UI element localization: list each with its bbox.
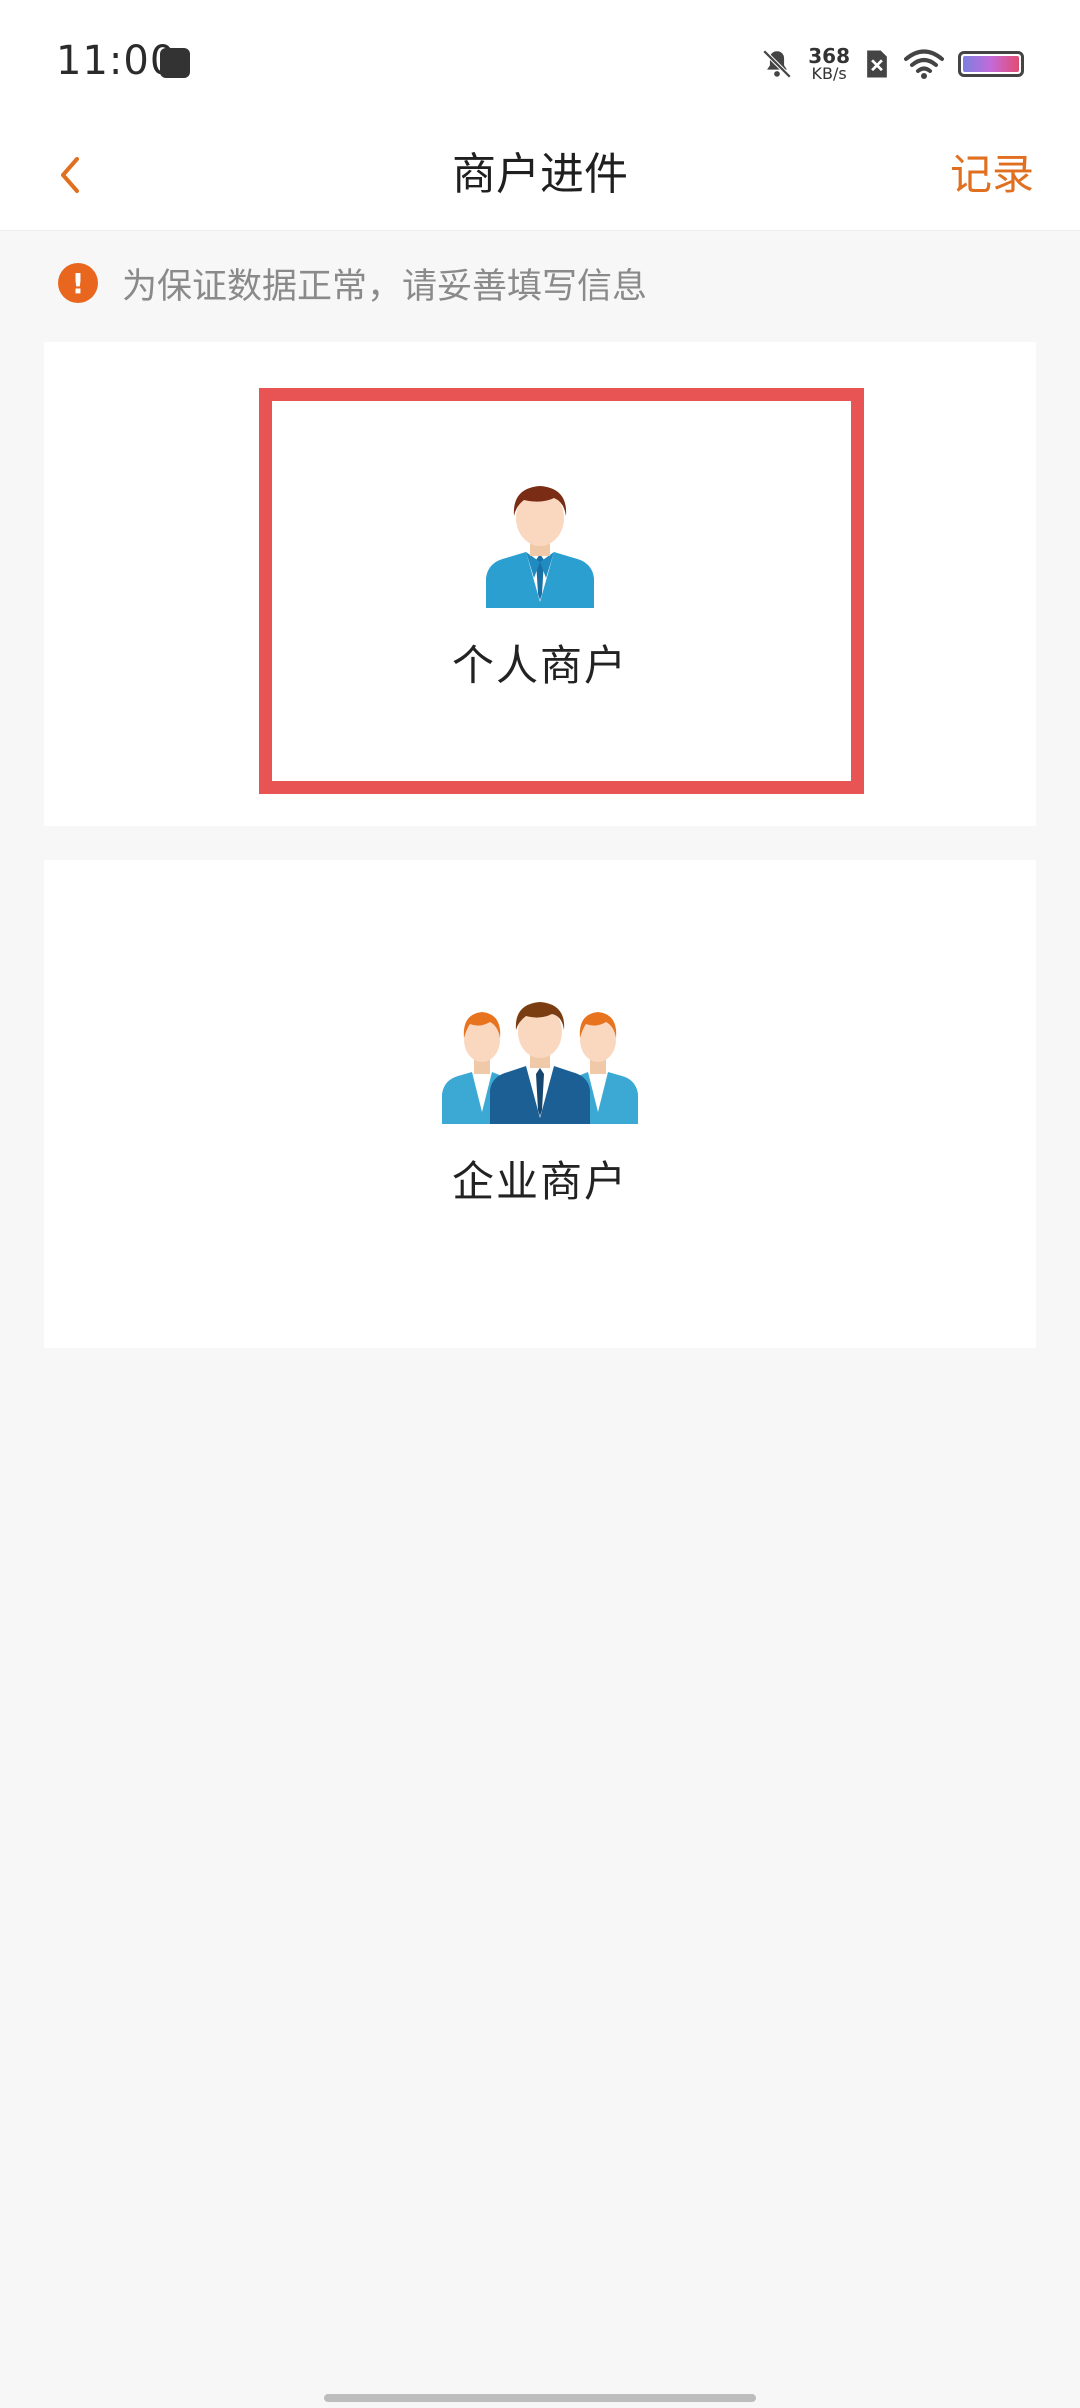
status-time: 11:00 — [56, 38, 177, 84]
records-button[interactable]: 记录 — [950, 120, 1034, 230]
merchant-onboarding-page: 11:00 368 KB/s 商户进件 记录 ! 为保证数据正常，请妥善填写信息… — [0, 0, 1080, 2408]
battery-icon — [958, 51, 1024, 77]
home-indicator[interactable] — [324, 2394, 756, 2402]
notification-app-icon — [160, 48, 190, 78]
network-speed-unit: KB/s — [811, 64, 847, 83]
warning-icon: ! — [58, 263, 98, 303]
status-icons: 368 KB/s — [760, 42, 1024, 86]
group-people-icon — [442, 1002, 638, 1124]
sim-x-icon — [867, 50, 887, 78]
notice-banner: ! 为保证数据正常，请妥善填写信息 — [58, 258, 647, 308]
wifi-icon — [904, 49, 944, 79]
personal-merchant-option: 个人商户 — [44, 482, 1036, 693]
personal-merchant-card[interactable]: 个人商户 — [44, 342, 1036, 826]
page-title: 商户进件 — [452, 149, 628, 200]
enterprise-merchant-card[interactable]: 企业商户 — [44, 860, 1036, 1348]
single-person-icon — [486, 486, 594, 608]
enterprise-merchant-label: 企业商户 — [451, 1157, 628, 1206]
personal-merchant-label: 个人商户 — [451, 641, 628, 690]
app-header: 商户进件 记录 — [0, 120, 1080, 231]
bell-muted-icon — [762, 49, 792, 79]
status-bar: 11:00 368 KB/s — [0, 0, 1080, 120]
network-speed: 368 KB/s — [808, 46, 850, 82]
notice-text: 为保证数据正常，请妥善填写信息 — [122, 266, 648, 307]
network-speed-value: 368 — [808, 44, 850, 68]
enterprise-merchant-option: 企业商户 — [44, 1002, 1036, 1209]
